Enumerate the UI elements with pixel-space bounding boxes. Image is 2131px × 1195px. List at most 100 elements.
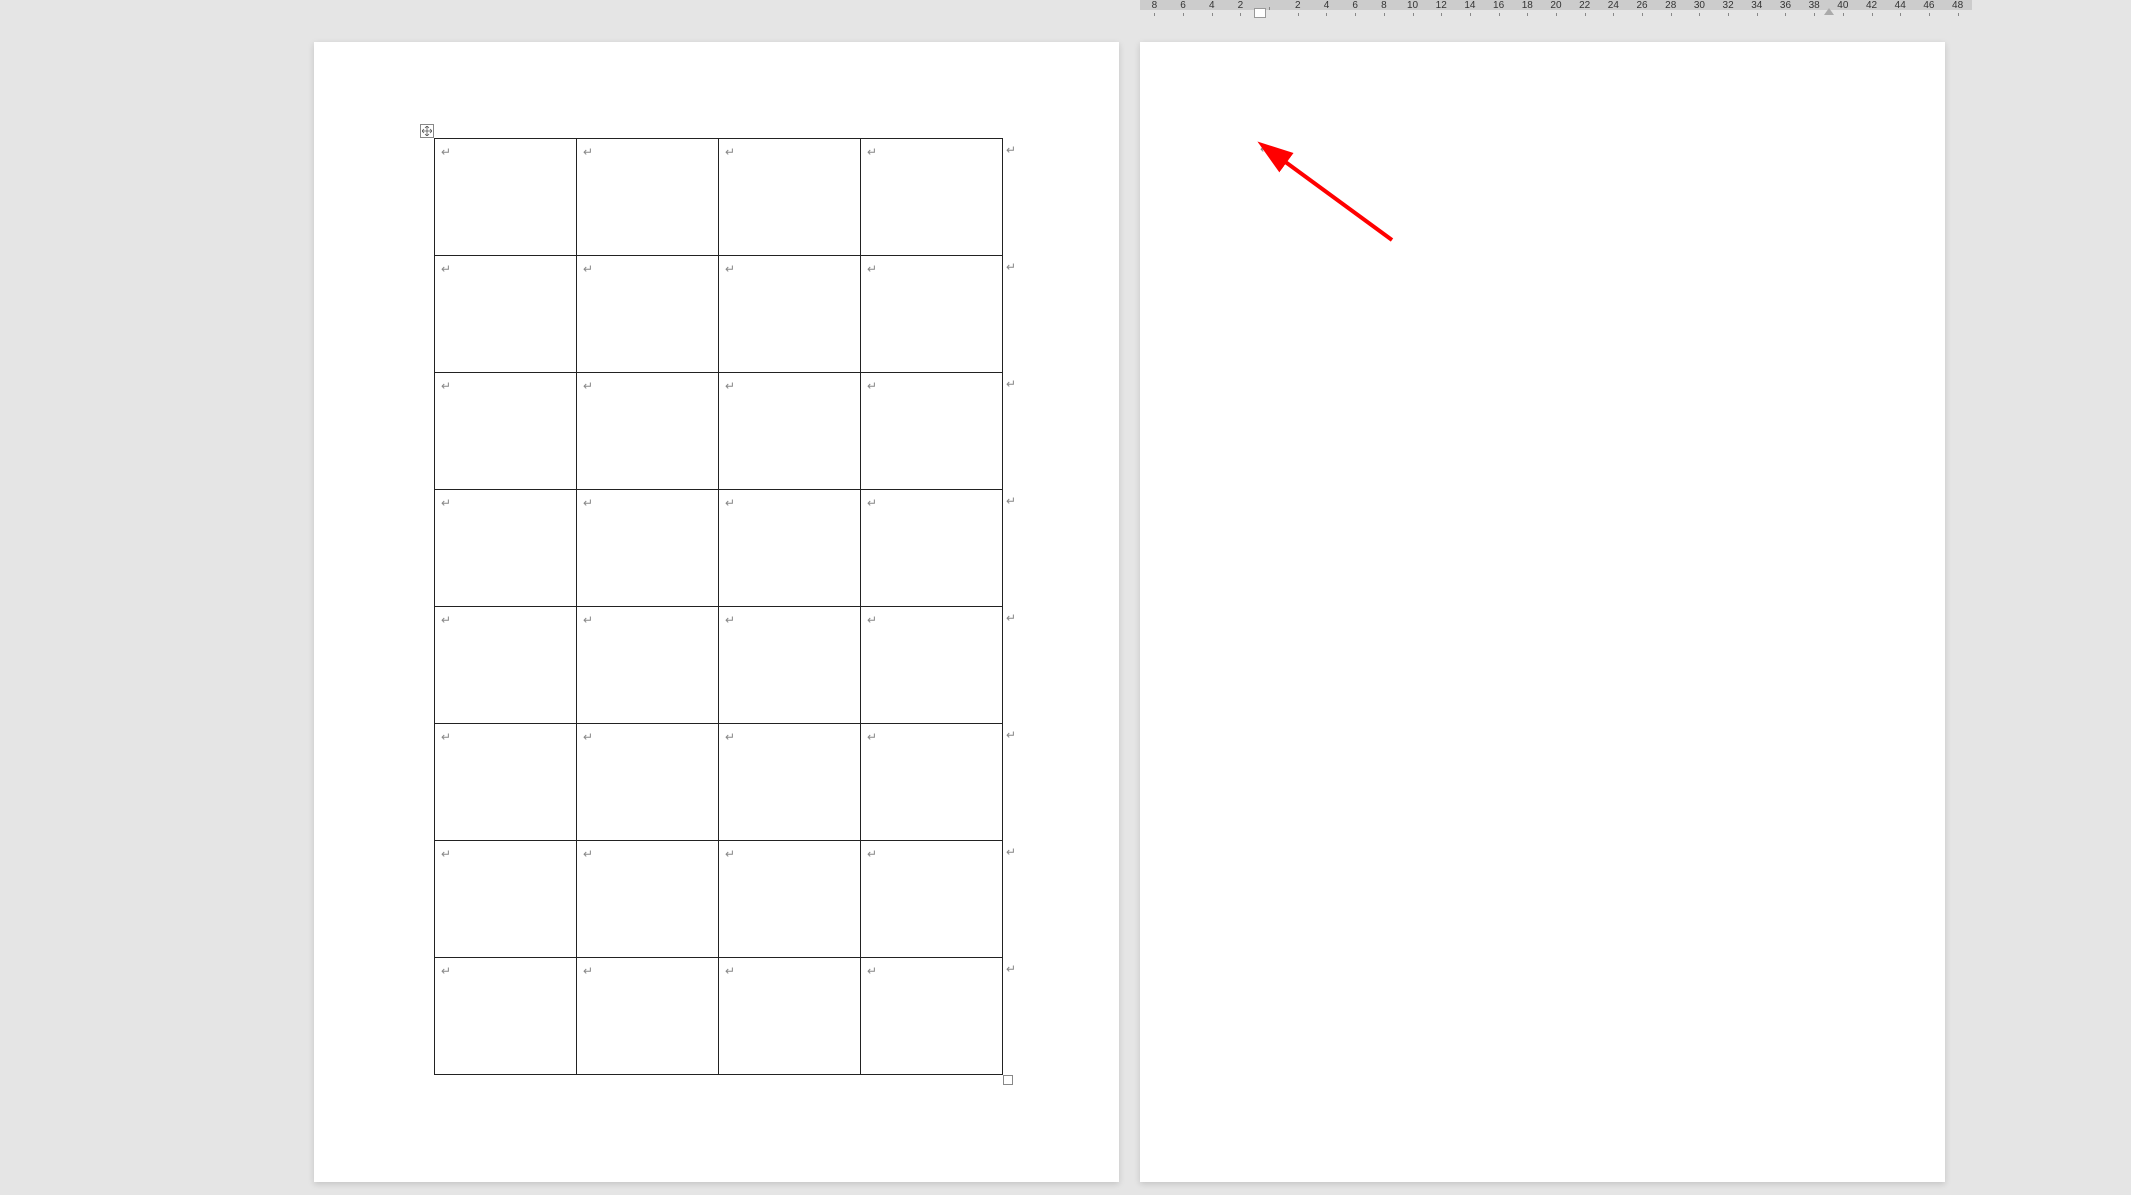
table-cell[interactable]: ↵ [719,373,861,490]
table-row: ↵ ↵ ↵ ↵ [435,958,1003,1075]
paragraph-mark: ↵ [867,262,877,276]
ruler-tick: 14 [1456,0,1485,11]
table-cell[interactable]: ↵ [577,490,719,607]
ruler-tick: 20 [1542,0,1571,11]
ruler-tick: 48 [1943,0,1972,11]
document-page-2[interactable]: ↵ [1140,42,1945,1182]
ruler-tick: 26 [1628,0,1657,11]
ruler-tick: 4 [1312,0,1341,11]
table-resize-handle-icon[interactable] [1003,1075,1013,1085]
paragraph-mark: ↵ [441,379,451,393]
paragraph-mark: ↵ [441,496,451,510]
paragraph-mark: ↵ [1260,142,1270,156]
table-cell[interactable]: ↵ [435,841,577,958]
ruler-indent-marker[interactable] [1824,8,1834,15]
table-cell[interactable]: ↵ [577,841,719,958]
table-cell[interactable]: ↵ [435,490,577,607]
paragraph-mark: ↵ [867,613,877,627]
table-cell[interactable]: ↵ [719,958,861,1075]
paragraph-mark: ↵ [725,379,735,393]
table-cell[interactable]: ↵ [861,841,1003,958]
table-cell[interactable]: ↵ [861,958,1003,1075]
table-row: ↵ ↵ ↵ ↵ [435,490,1003,607]
table-cell[interactable]: ↵ [435,607,577,724]
paragraph-mark: ↵ [583,262,593,276]
row-end-mark: ↵ [1006,378,1016,390]
ruler-tick: 28 [1656,0,1685,11]
paragraph-mark: ↵ [725,613,735,627]
table-cell[interactable]: ↵ [435,256,577,373]
table-cell[interactable]: ↵ [435,958,577,1075]
ruler-tick: 36 [1771,0,1800,11]
paragraph-mark: ↵ [441,964,451,978]
row-end-mark: ↵ [1006,729,1016,741]
ruler-tick: 46 [1915,0,1944,11]
table-cell[interactable]: ↵ [719,607,861,724]
ruler-tick: 12 [1427,0,1456,11]
ruler-tick: 42 [1857,0,1886,11]
table-cell[interactable]: ↵ [861,373,1003,490]
ruler-tick: 2 [1283,0,1312,11]
paragraph-mark: ↵ [441,730,451,744]
paragraph-mark: ↵ [867,730,877,744]
table-row: ↵ ↵ ↵ ↵ [435,607,1003,724]
table-row: ↵ ↵ ↵ ↵ [435,256,1003,373]
table-cell[interactable]: ↵ [435,139,577,256]
table-container: ↵↵↵↵↵↵↵↵↵↵↵↵↵↵↵↵↵↵↵↵↵↵↵↵↵↵↵↵↵↵↵↵ ↵↵↵↵↵↵↵… [434,138,1003,1075]
table-cell[interactable]: ↵ [719,841,861,958]
ruler-tick: 16 [1484,0,1513,11]
table-row: ↵ ↵ ↵ ↵ [435,373,1003,490]
table-cell[interactable]: ↵ [577,139,719,256]
paragraph-mark: ↵ [725,262,735,276]
table-cell[interactable]: ↵ [577,256,719,373]
ruler-tick: 18 [1513,0,1542,11]
table-cell[interactable]: ↵ [435,373,577,490]
table-cell[interactable]: ↵ [577,607,719,724]
ruler-tick: 2 [1226,0,1255,11]
document-page-1[interactable]: ↵↵↵↵↵↵↵↵↵↵↵↵↵↵↵↵↵↵↵↵↵↵↵↵↵↵↵↵↵↵↵↵ ↵↵↵↵↵↵↵… [314,42,1119,1182]
paragraph-mark: ↵ [583,964,593,978]
table-move-handle-icon[interactable] [420,124,434,138]
ruler-tick: 8 [1140,0,1169,11]
table-cell[interactable]: ↵ [719,256,861,373]
paragraph-mark: ↵ [441,145,451,159]
table-cell[interactable]: ↵ [719,490,861,607]
ruler-margin-marker[interactable] [1254,8,1266,18]
paragraph-mark: ↵ [867,379,877,393]
table-row: ↵ ↵ ↵ ↵ [435,139,1003,256]
row-end-mark: ↵ [1006,261,1016,273]
ruler-tick: 10 [1398,0,1427,11]
table-cell[interactable]: ↵ [861,139,1003,256]
paragraph-mark: ↵ [583,730,593,744]
paragraph-mark: ↵ [867,145,877,159]
table-cell[interactable]: ↵ [861,724,1003,841]
table-cell[interactable]: ↵ [719,724,861,841]
row-end-mark: ↵ [1006,495,1016,507]
table-cell[interactable]: ↵ [861,607,1003,724]
table-cell[interactable]: ↵ [861,490,1003,607]
table-cell[interactable]: ↵ [435,724,577,841]
ruler-tick: 34 [1742,0,1771,11]
table-cell[interactable]: ↵ [861,256,1003,373]
document-table[interactable]: ↵↵↵↵↵↵↵↵↵↵↵↵↵↵↵↵↵↵↵↵↵↵↵↵↵↵↵↵↵↵↵↵ [434,138,1003,1075]
paragraph-mark: ↵ [867,964,877,978]
paragraph-mark: ↵ [867,496,877,510]
table-cell[interactable]: ↵ [577,958,719,1075]
row-end-mark: ↵ [1006,612,1016,624]
paragraph-mark: ↵ [725,730,735,744]
ruler-tick: 44 [1886,0,1915,11]
paragraph-mark: ↵ [583,496,593,510]
row-end-mark: ↵ [1006,963,1016,975]
ruler-tick: 6 [1169,0,1198,11]
ruler-tick: 24 [1599,0,1628,11]
paragraph-mark: ↵ [583,145,593,159]
paragraph-mark: ↵ [441,613,451,627]
ruler-tick: 4 [1197,0,1226,11]
paragraph-mark: ↵ [441,847,451,861]
paragraph-mark: ↵ [583,847,593,861]
table-cell[interactable]: ↵ [577,724,719,841]
ruler-tick: 6 [1341,0,1370,11]
table-cell[interactable]: ↵ [719,139,861,256]
ruler-tick: 8 [1370,0,1399,11]
table-cell[interactable]: ↵ [577,373,719,490]
